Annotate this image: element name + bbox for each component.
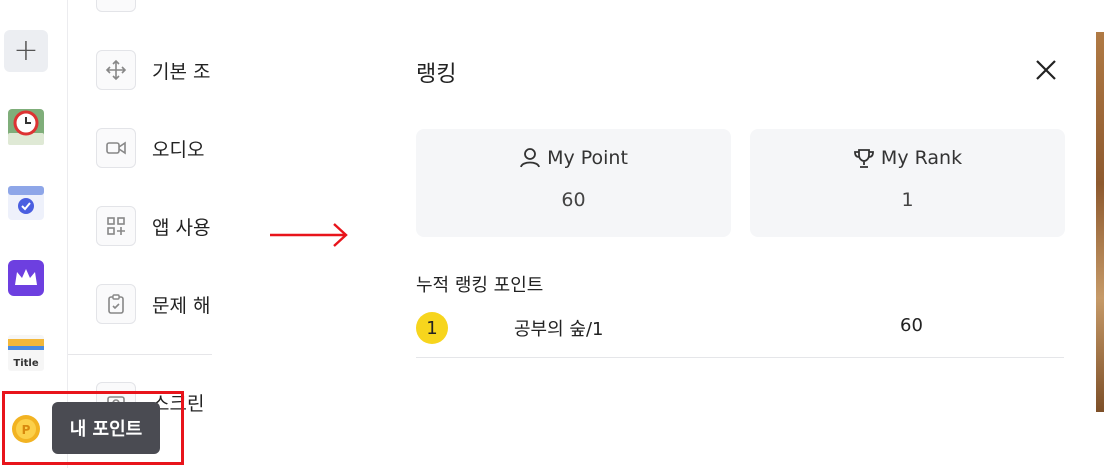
my-rank-value: 1 xyxy=(901,189,914,211)
menu-item-label: 기본 조 xyxy=(152,60,211,83)
arrow-right-icon xyxy=(270,223,348,247)
alarm-clock-app-icon[interactable] xyxy=(6,107,46,147)
menu-item-basic[interactable]: 기본 조 xyxy=(96,50,210,90)
my-point-card: My Point 60 xyxy=(416,129,731,237)
clipboard-icon xyxy=(96,284,136,324)
title-app-icon[interactable]: Title xyxy=(6,333,46,373)
my-rank-card: My Rank 1 xyxy=(750,129,1065,237)
menu-item-label: 앱 사용 xyxy=(152,216,211,239)
highlight-box xyxy=(2,391,184,465)
background-image-edge xyxy=(1096,32,1104,412)
ranking-row: 1 공부의 숲/1 60 xyxy=(416,310,1064,358)
cumulative-points-title: 누적 랭킹 포인트 xyxy=(416,275,544,296)
menu-item-audio[interactable]: 오디오 xyxy=(96,128,204,168)
rank-badge: 1 xyxy=(416,312,448,344)
menu-item-partial[interactable] xyxy=(96,0,136,12)
my-rank-header: My Rank xyxy=(750,147,1065,169)
panel-title: 랭킹 xyxy=(416,62,457,87)
person-icon xyxy=(520,148,540,168)
add-button[interactable]: + xyxy=(4,30,48,72)
trophy-icon xyxy=(854,149,874,168)
rank-name: 공부의 숲/1 xyxy=(514,319,604,340)
calendar-check-app-icon[interactable] xyxy=(6,182,46,222)
menu-item-label: 문제 해 xyxy=(152,294,211,317)
move-icon xyxy=(96,50,136,90)
crown-app-icon[interactable] xyxy=(6,258,46,298)
apps-icon xyxy=(96,206,136,246)
menu-divider xyxy=(68,354,212,355)
menu-item-label: 오디오 xyxy=(152,138,205,161)
my-point-label: My Point xyxy=(547,147,628,169)
my-point-value: 60 xyxy=(561,189,586,211)
rank-points: 60 xyxy=(900,315,923,336)
menu-item-apps[interactable]: 앱 사용 xyxy=(96,206,210,246)
plus-icon: + xyxy=(13,33,39,68)
close-icon xyxy=(1036,60,1056,80)
my-point-header: My Point xyxy=(416,147,731,169)
svg-text:Title: Title xyxy=(13,358,38,369)
video-icon xyxy=(96,128,136,168)
ranking-panel: 랭킹 My Point 60 My Rank 1 누적 랭킹 포인트 1 공부의… xyxy=(392,28,1088,468)
menu-item-problem[interactable]: 문제 해 xyxy=(96,284,210,324)
my-rank-label: My Rank xyxy=(880,147,963,169)
close-button[interactable] xyxy=(1030,54,1062,86)
